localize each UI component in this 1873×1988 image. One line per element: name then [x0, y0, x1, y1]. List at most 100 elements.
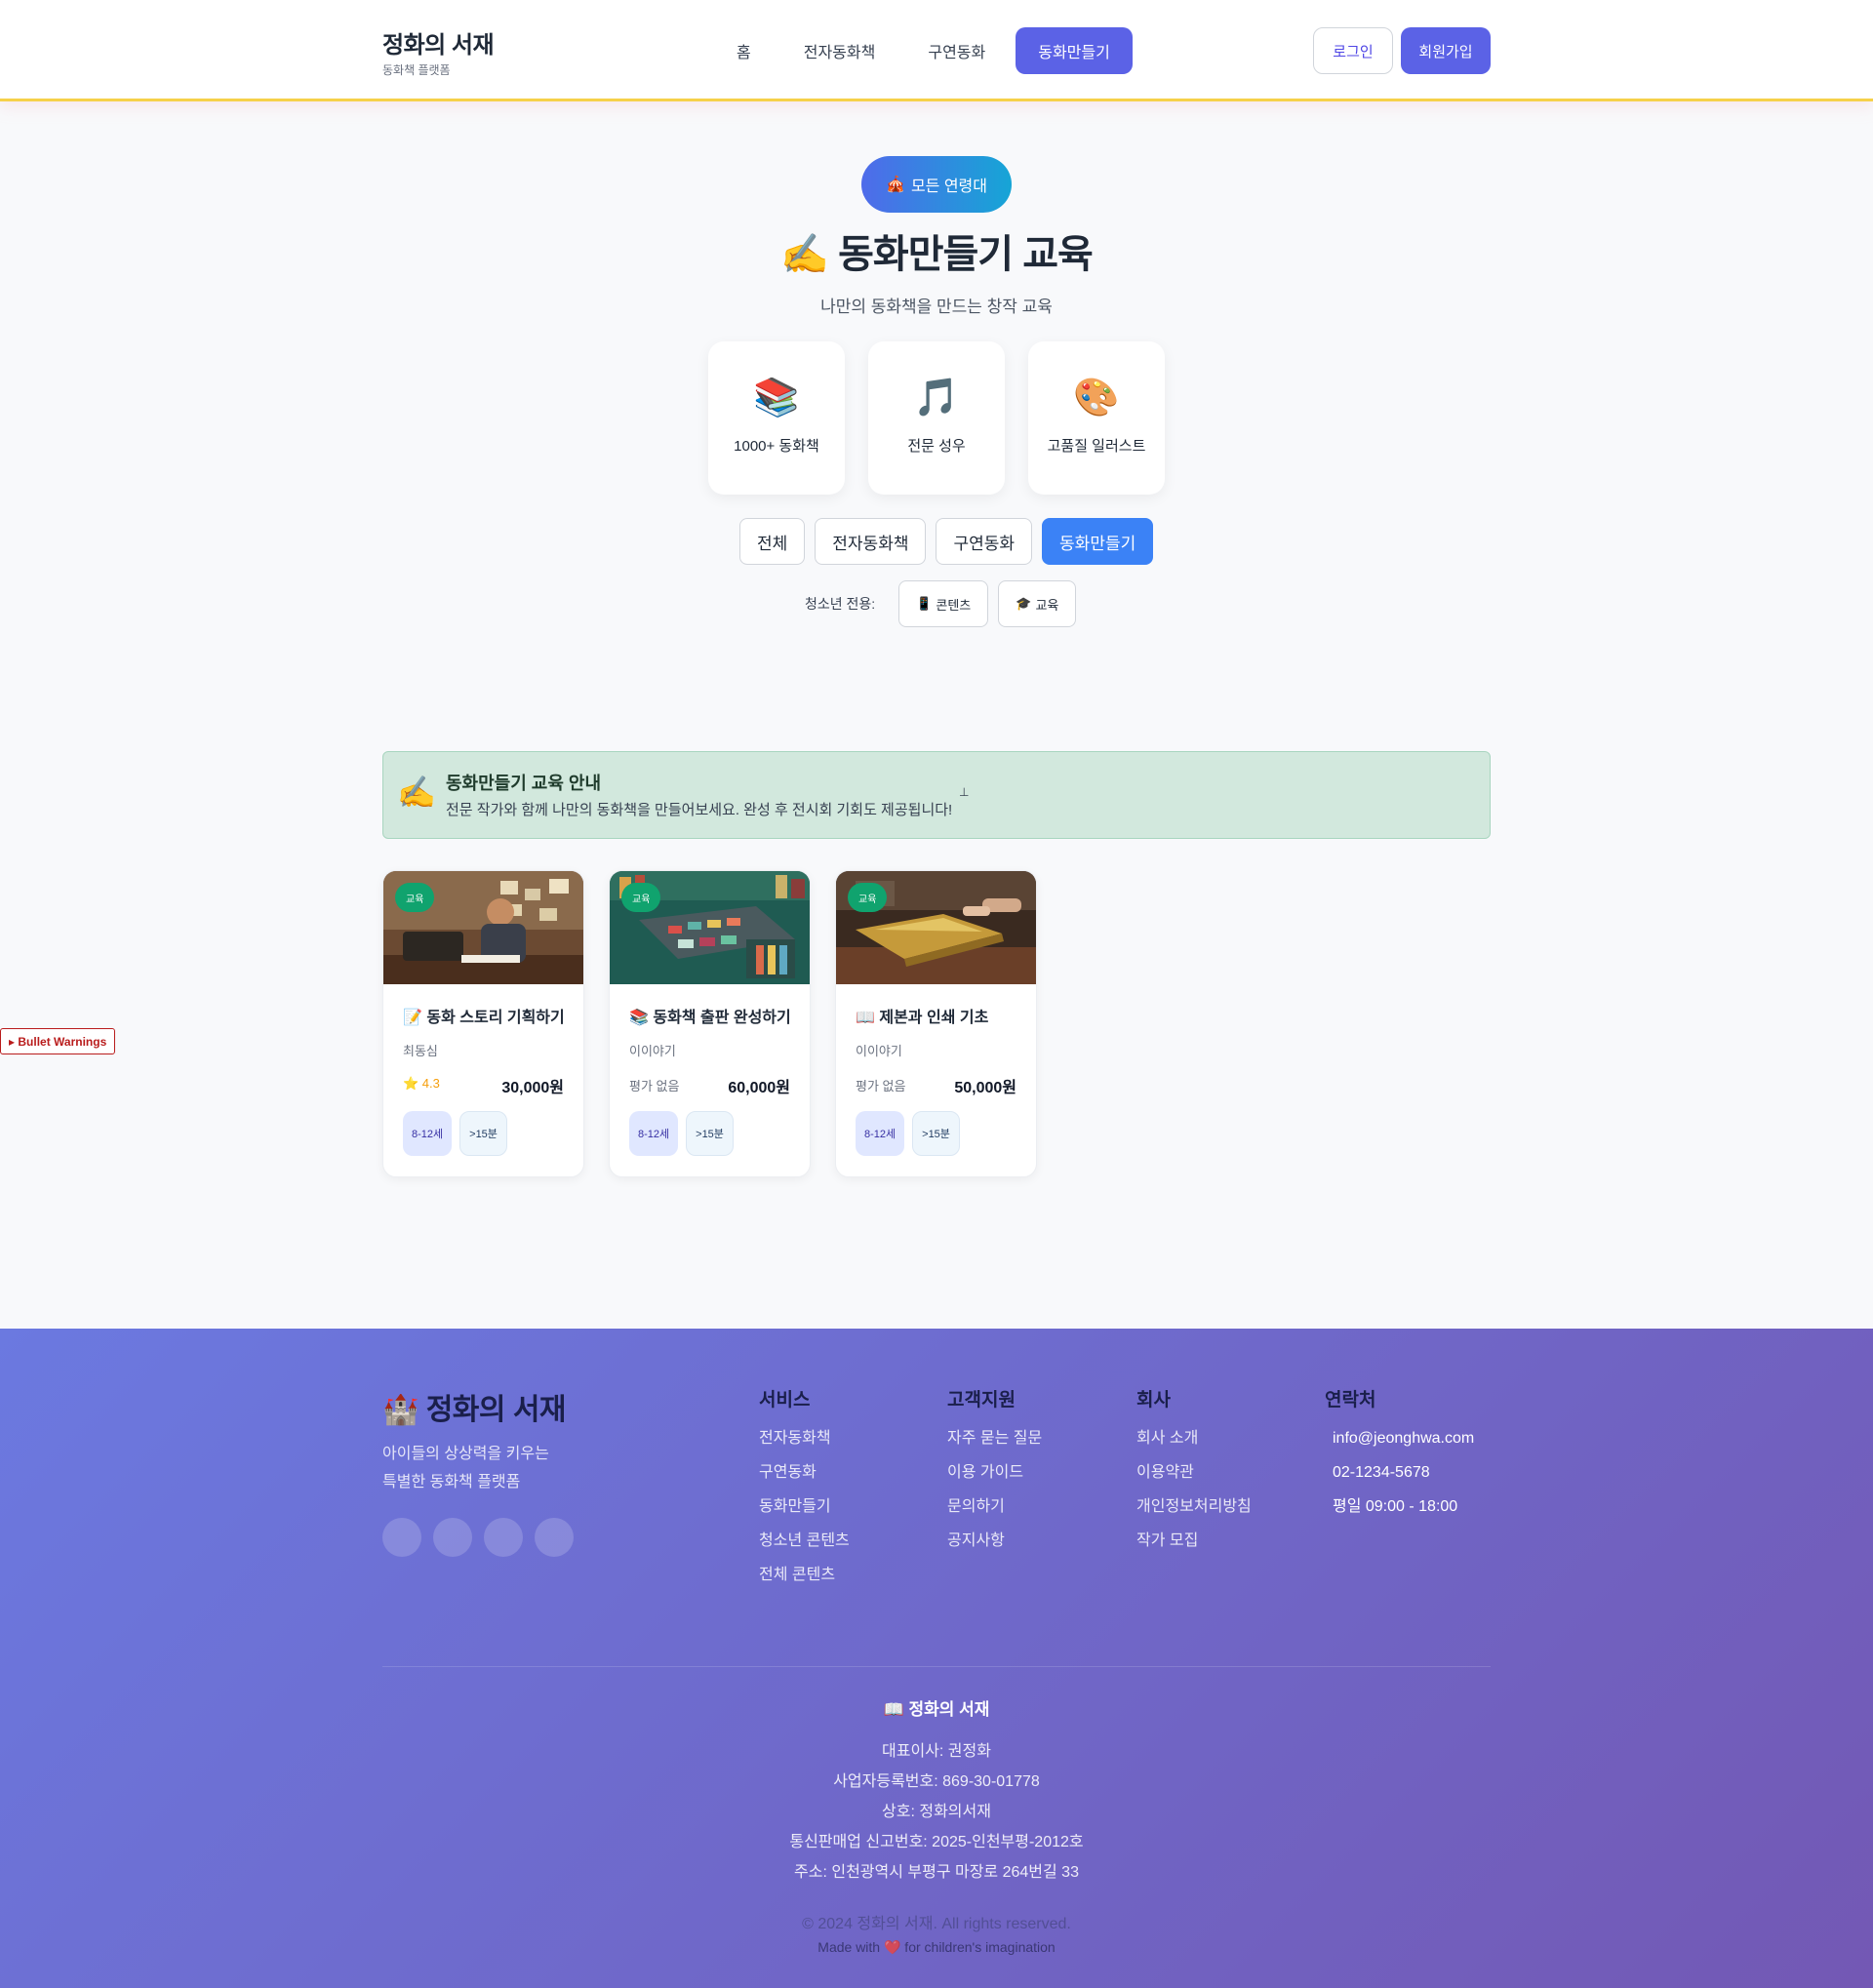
footer-col-support: 고객지원 자주 묻는 질문 이용 가이드 문의하기 공지사항 — [947, 1385, 1042, 1566]
footer-link[interactable]: 구연동화 — [759, 1463, 850, 1497]
youth-content-button[interactable]: 📱 콘텐츠 — [898, 580, 989, 627]
circus-tent-icon: 🎪 — [886, 177, 905, 193]
made-with-note: Made with ❤️ for children's imagination — [817, 1939, 1056, 1955]
filter-storytelling[interactable]: 구연동화 — [936, 518, 1033, 565]
mobile-phone-icon: 📱 — [916, 596, 933, 611]
footer-desc-line: 아이들의 상상력을 키우는 — [382, 1446, 549, 1462]
brand-title: 정화의 서재 — [382, 32, 495, 59]
company-info-line: 상호: 정화의서재 — [882, 1804, 991, 1820]
footer-link[interactable]: 전체 콘텐츠 — [759, 1566, 850, 1600]
social-link-icon[interactable] — [382, 1518, 421, 1557]
site-footer: 🏰 정화의 서재 아이들의 상상력을 키우는 특별한 동화책 플랫폼 서비스 전… — [0, 1329, 1873, 1988]
contact-email[interactable]: info@jeonghwa.com — [1325, 1429, 1474, 1463]
feature-card-illustration: 🎨 고품질 일러스트 — [1028, 341, 1165, 495]
feature-label: 고품질 일러스트 — [1047, 438, 1146, 455]
course-author: 이이야기 — [629, 1044, 676, 1058]
footer-link[interactable]: 청소년 콘텐츠 — [759, 1531, 850, 1566]
footer-col-title: 연락처 — [1325, 1390, 1376, 1411]
course-card[interactable]: 교육 📖 제본과 인쇄 기초 이이야기 평가 없음 50,000원 8-12세 … — [835, 870, 1037, 1177]
category-filters: 전체 전자동화책 구연동화 동화만들기 — [739, 518, 1154, 565]
social-link-icon[interactable] — [433, 1518, 472, 1557]
course-title[interactable]: 📝 동화 스토리 기획하기 — [403, 1004, 565, 1027]
course-thumbnail: 교육 — [383, 871, 583, 984]
nav-home[interactable]: 홈 — [714, 27, 774, 74]
social-links — [382, 1518, 574, 1557]
duration-tag: >15분 — [686, 1111, 734, 1156]
category-badge: 교육 — [395, 883, 435, 912]
footer-link[interactable]: 전자동화책 — [759, 1429, 850, 1463]
social-link-icon[interactable] — [535, 1518, 574, 1557]
course-title[interactable]: 📖 제본과 인쇄 기초 — [856, 1004, 988, 1027]
footer-link[interactable]: 회사 소개 — [1136, 1429, 1252, 1463]
course-price: 60,000원 — [728, 1080, 790, 1096]
filter-make-story[interactable]: 동화만들기 — [1042, 518, 1154, 565]
education-notice: ✍️ 동화만들기 교육 안내 전문 작가와 함께 나만의 동화책을 만들어보세요… — [382, 751, 1491, 839]
feature-card-voice: 🎵 전문 성우 — [868, 341, 1005, 495]
footer-divider — [382, 1666, 1491, 1667]
footer-description: 아이들의 상상력을 키우는 특별한 동화책 플랫폼 — [382, 1440, 549, 1496]
footer-col-title: 회사 — [1136, 1390, 1171, 1411]
filter-all[interactable]: 전체 — [739, 518, 806, 565]
course-tags: 8-12세 >15분 — [629, 1111, 734, 1156]
youth-education-button[interactable]: 🎓 교육 — [998, 580, 1077, 627]
signup-button[interactable]: 회원가입 — [1401, 27, 1491, 74]
course-tags: 8-12세 >15분 — [856, 1111, 960, 1156]
age-range-label: 모든 연령대 — [910, 179, 987, 195]
course-thumbnail: 교육 — [610, 871, 810, 984]
graduation-cap-icon: 🎓 — [1016, 596, 1032, 611]
footer-desc-line: 특별한 동화책 플랫폼 — [382, 1474, 521, 1491]
footer-col-contact: 연락처 info@jeonghwa.com 02-1234-5678 평일 09… — [1325, 1385, 1474, 1531]
footer-col-title: 서비스 — [759, 1390, 811, 1411]
course-rating: 평가 없음 — [629, 1079, 680, 1093]
footer-link[interactable]: 동화만들기 — [759, 1497, 850, 1531]
login-button[interactable]: 로그인 — [1313, 27, 1393, 74]
feature-label: 1000+ 동화책 — [734, 438, 819, 455]
age-range-badge: 🎪 모든 연령대 — [861, 156, 1012, 213]
footer-col-title: 고객지원 — [947, 1390, 1016, 1411]
brand-subtitle: 동화책 플랫폼 — [382, 63, 451, 77]
footer-link[interactable]: 이용약관 — [1136, 1463, 1252, 1497]
course-thumbnail: 교육 — [836, 871, 1036, 984]
filter-ebooks[interactable]: 전자동화책 — [815, 518, 927, 565]
course-price: 50,000원 — [954, 1080, 1016, 1096]
page-title: ✍️ 동화만들기 교육 — [780, 233, 1094, 276]
writing-hand-icon: ✍️ — [397, 775, 436, 810]
course-card[interactable]: 교육 📝 동화 스토리 기획하기 최동심 ⭐ 4.3 30,000원 8-12세… — [382, 870, 584, 1177]
footer-link[interactable]: 개인정보처리방침 — [1136, 1497, 1252, 1531]
course-title[interactable]: 📚 동화책 출판 완성하기 — [629, 1004, 791, 1027]
footer-link[interactable]: 자주 묻는 질문 — [947, 1429, 1042, 1463]
company-info-line: 대표이사: 권정화 — [882, 1743, 991, 1760]
feature-cards: 📚 1000+ 동화책 🎵 전문 성우 🎨 고품질 일러스트 — [708, 341, 1165, 495]
contact-phone: 02-1234-5678 — [1333, 1464, 1430, 1481]
footer-link[interactable]: 작가 모집 — [1136, 1531, 1252, 1566]
music-note-icon: 🎵 — [913, 378, 960, 418]
social-link-icon[interactable] — [484, 1518, 523, 1557]
company-info: 📖 정화의 서재 대표이사: 권정화 사업자등록번호: 869-30-01778… — [0, 1695, 1873, 1889]
nav-storytelling[interactable]: 구연동화 — [905, 27, 1008, 74]
footer-brand: 🏰 정화의 서재 — [382, 1394, 567, 1426]
footer-link[interactable]: 이용 가이드 — [947, 1463, 1042, 1497]
course-card-list: 교육 📝 동화 스토리 기획하기 최동심 ⭐ 4.3 30,000원 8-12세… — [382, 870, 1037, 1177]
nav-ebooks[interactable]: 전자동화책 — [781, 27, 898, 74]
youth-education-label: 교육 — [1035, 597, 1059, 613]
course-price: 30,000원 — [501, 1080, 564, 1096]
age-tag: 8-12세 — [856, 1111, 905, 1156]
contact-hours: 평일 09:00 - 18:00 — [1333, 1498, 1458, 1515]
footer-link[interactable]: 공지사항 — [947, 1531, 1042, 1566]
feature-card-books: 📚 1000+ 동화책 — [708, 341, 845, 495]
brand-logo[interactable]: 정화의 서재 동화책 플랫폼 — [382, 25, 495, 78]
company-title: 📖 정화의 서재 — [883, 1700, 990, 1719]
course-card[interactable]: 교육 📚 동화책 출판 완성하기 이이야기 평가 없음 60,000원 8-12… — [609, 870, 811, 1177]
auth-buttons: 로그인 회원가입 — [1313, 27, 1491, 74]
company-info-line: 통신판매업 신고번호: 2025-인천부평-2012호 — [789, 1834, 1084, 1850]
footer-link[interactable]: 문의하기 — [947, 1497, 1042, 1531]
nav-make-story[interactable]: 동화만들기 — [1016, 27, 1133, 74]
main-nav: 홈 전자동화책 구연동화 동화만들기 — [714, 27, 1133, 74]
books-icon: 📚 — [753, 378, 800, 418]
course-author: 최동심 — [403, 1044, 438, 1058]
category-badge: 교육 — [621, 883, 661, 912]
palette-icon: 🎨 — [1073, 378, 1120, 418]
bullet-warnings-toggle[interactable]: ▸ Bullet Warnings — [0, 1028, 116, 1054]
duration-tag: >15분 — [459, 1111, 507, 1156]
age-tag: 8-12세 — [403, 1111, 453, 1156]
